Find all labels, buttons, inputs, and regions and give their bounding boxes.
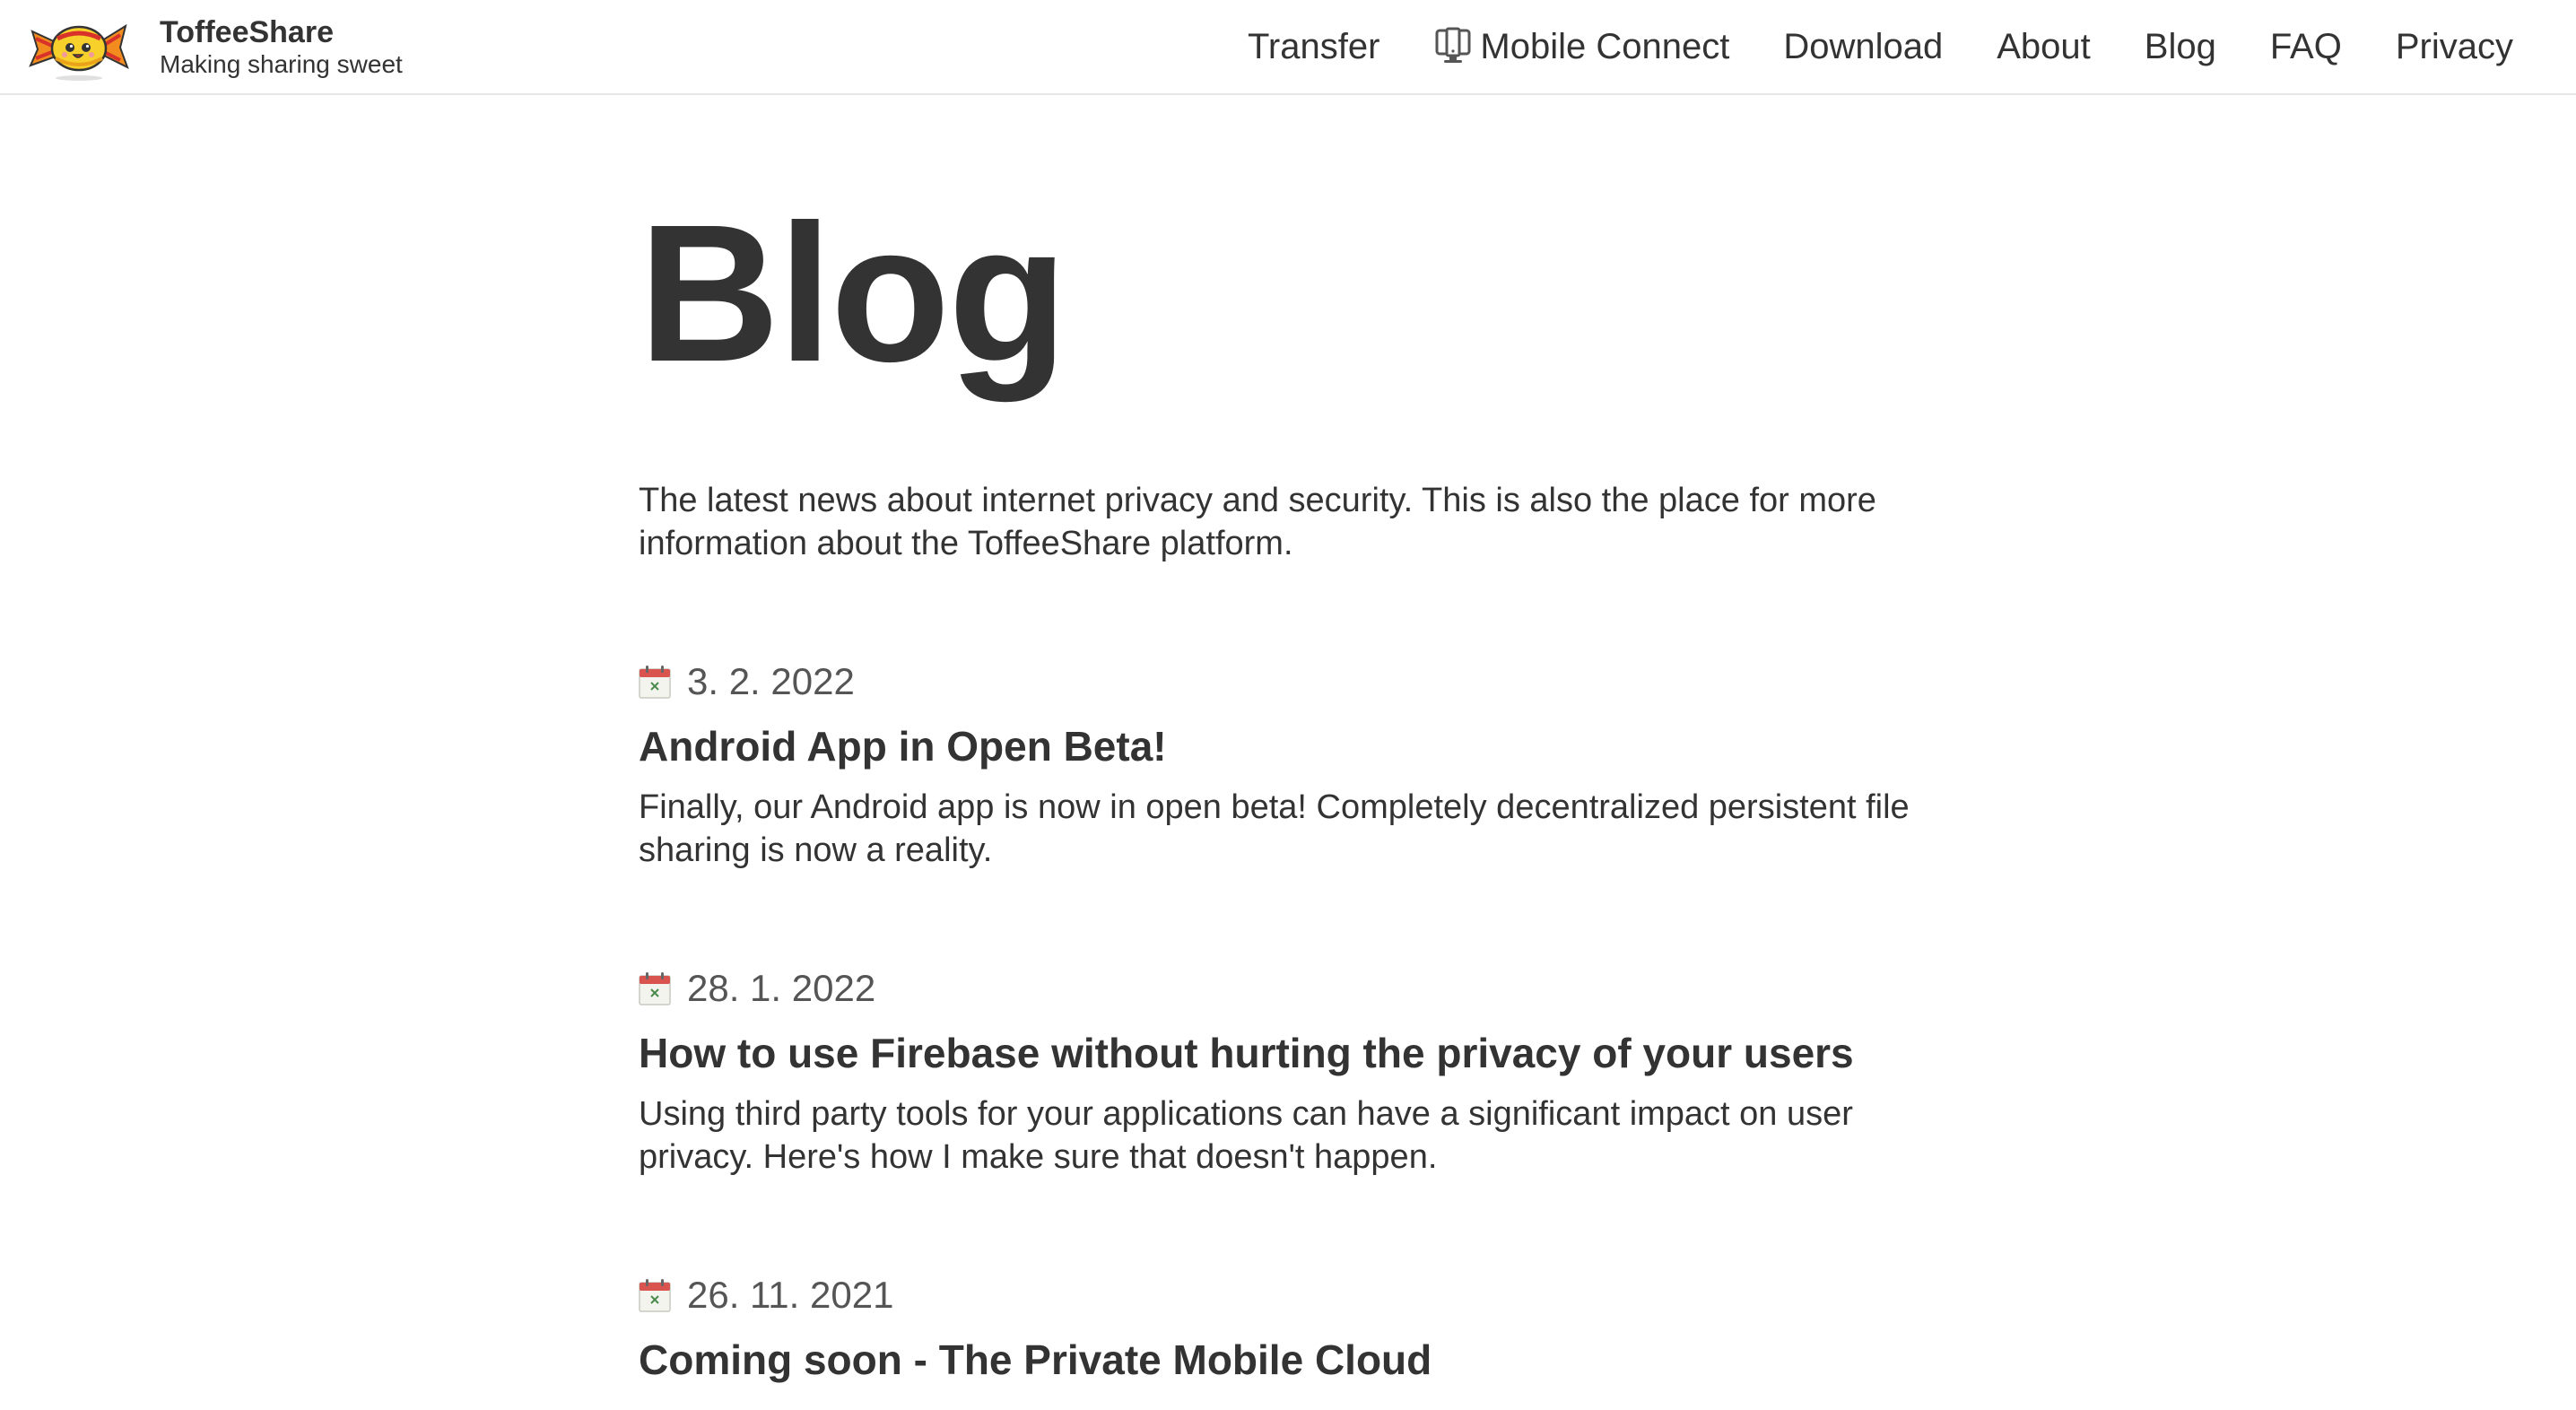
nav-transfer[interactable]: Transfer — [1248, 27, 1379, 67]
brand[interactable]: ToffeeShare Making sharing sweet — [25, 9, 403, 86]
calendar-icon — [639, 666, 671, 699]
nav-blog-label: Blog — [2144, 26, 2216, 66]
post-date-row: 28. 1. 2022 — [639, 965, 1948, 1012]
brand-text: ToffeeShare Making sharing sweet — [160, 15, 403, 80]
post-date: 26. 11. 2021 — [687, 1274, 894, 1316]
post-date-row: 3. 2. 2022 — [639, 658, 1948, 705]
brand-name: ToffeeShare — [160, 15, 334, 49]
post-excerpt: Using third party tools for your applica… — [639, 1095, 1853, 1176]
blog-main: Blog The latest news about internet priv… — [639, 95, 1948, 1385]
nav-transfer-label: Transfer — [1247, 26, 1380, 66]
candy-mascot-icon[interactable] — [25, 12, 133, 83]
post-title-link[interactable]: Android App in Open Beta! — [639, 721, 1948, 771]
post-date-row: 26. 11. 2021 — [639, 1272, 1948, 1319]
nav-download-label: Download — [1783, 26, 1944, 66]
post-title-link[interactable]: Coming soon - The Private Mobile Cloud — [639, 1335, 1948, 1385]
post-date: 28. 1. 2022 — [687, 967, 876, 1009]
blog-post: 26. 11. 2021 Coming soon - The Private M… — [639, 1272, 1948, 1385]
nav-mobile-connect[interactable]: Mobile Connect — [1433, 27, 1729, 67]
calendar-icon — [639, 972, 671, 1005]
blog-post: 28. 1. 2022 How to use Firebase without … — [639, 965, 1948, 1179]
main-nav: Transfer Mobile Connect Download About B… — [1248, 0, 2513, 93]
phone-monitor-icon — [1435, 27, 1471, 63]
nav-about[interactable]: About — [1997, 27, 2091, 67]
calendar-icon — [639, 1279, 671, 1312]
nav-privacy[interactable]: Privacy — [2396, 27, 2513, 67]
site-header: ToffeeShare Making sharing sweet Transfe… — [0, 0, 2576, 95]
nav-blog[interactable]: Blog — [2145, 27, 2216, 67]
blog-intro: The latest news about internet privacy a… — [639, 482, 1876, 562]
post-title-link[interactable]: How to use Firebase without hurting the … — [639, 1028, 1948, 1078]
page-title: Blog — [639, 185, 1067, 403]
post-excerpt: Finally, our Android app is now in open … — [639, 788, 1910, 869]
nav-faq-label: FAQ — [2269, 26, 2342, 66]
nav-faq[interactable]: FAQ — [2270, 27, 2342, 67]
nav-about-label: About — [1997, 26, 2091, 66]
nav-mobile-connect-label: Mobile Connect — [1480, 26, 1730, 66]
nav-download[interactable]: Download — [1783, 27, 1943, 67]
brand-tagline: Making sharing sweet — [160, 50, 403, 78]
nav-privacy-label: Privacy — [2395, 26, 2513, 66]
blog-post: 3. 2. 2022 Android App in Open Beta! Fin… — [639, 658, 1948, 872]
post-date: 3. 2. 2022 — [687, 660, 855, 702]
